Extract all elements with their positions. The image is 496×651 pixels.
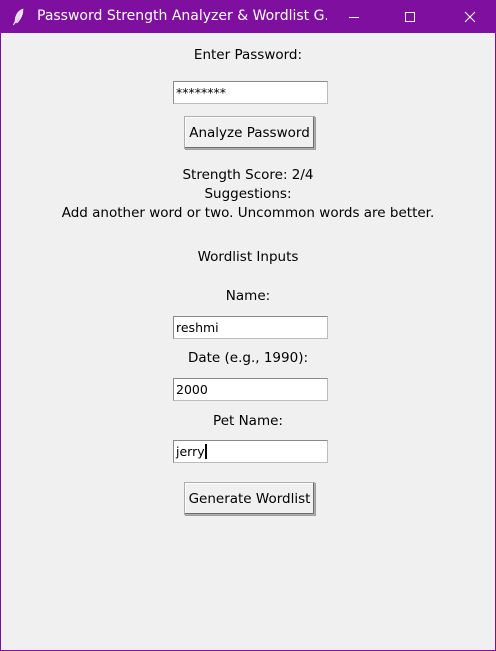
- main-content: Enter Password: ******** Analyze Passwor…: [1, 33, 495, 650]
- app-window: Password Strength Analyzer & Wordlist G.…: [0, 0, 496, 651]
- date-input[interactable]: 2000: [173, 378, 328, 401]
- strength-score: Strength Score: 2/4: [182, 167, 314, 183]
- feather-icon: [11, 8, 27, 26]
- minimize-icon: [349, 17, 359, 18]
- pet-name-label: Pet Name:: [213, 413, 283, 429]
- name-input[interactable]: reshmi: [173, 316, 328, 339]
- window-title: Password Strength Analyzer & Wordlist G.…: [37, 8, 327, 24]
- suggestion-text: Add another word or two. Uncommon words …: [61, 205, 435, 221]
- maximize-icon: [405, 12, 415, 22]
- generate-wordlist-button[interactable]: Generate Wordlist: [184, 482, 315, 515]
- wordlist-heading: Wordlist Inputs: [197, 249, 299, 265]
- name-label: Name:: [225, 288, 271, 304]
- pet-name-value: jerry: [176, 444, 205, 459]
- close-button[interactable]: [447, 1, 493, 33]
- minimize-button[interactable]: [331, 1, 377, 33]
- close-icon: [464, 11, 476, 23]
- pet-name-input[interactable]: jerry: [173, 440, 328, 463]
- analyze-password-button[interactable]: Analyze Password: [184, 116, 315, 149]
- password-label: Enter Password:: [193, 47, 303, 63]
- title-bar[interactable]: Password Strength Analyzer & Wordlist G.…: [1, 1, 495, 33]
- date-label: Date (e.g., 1990):: [187, 350, 309, 366]
- maximize-button[interactable]: [387, 1, 433, 33]
- text-caret: [204, 444, 207, 459]
- suggestions-heading: Suggestions:: [204, 186, 292, 202]
- password-input[interactable]: ********: [173, 81, 328, 104]
